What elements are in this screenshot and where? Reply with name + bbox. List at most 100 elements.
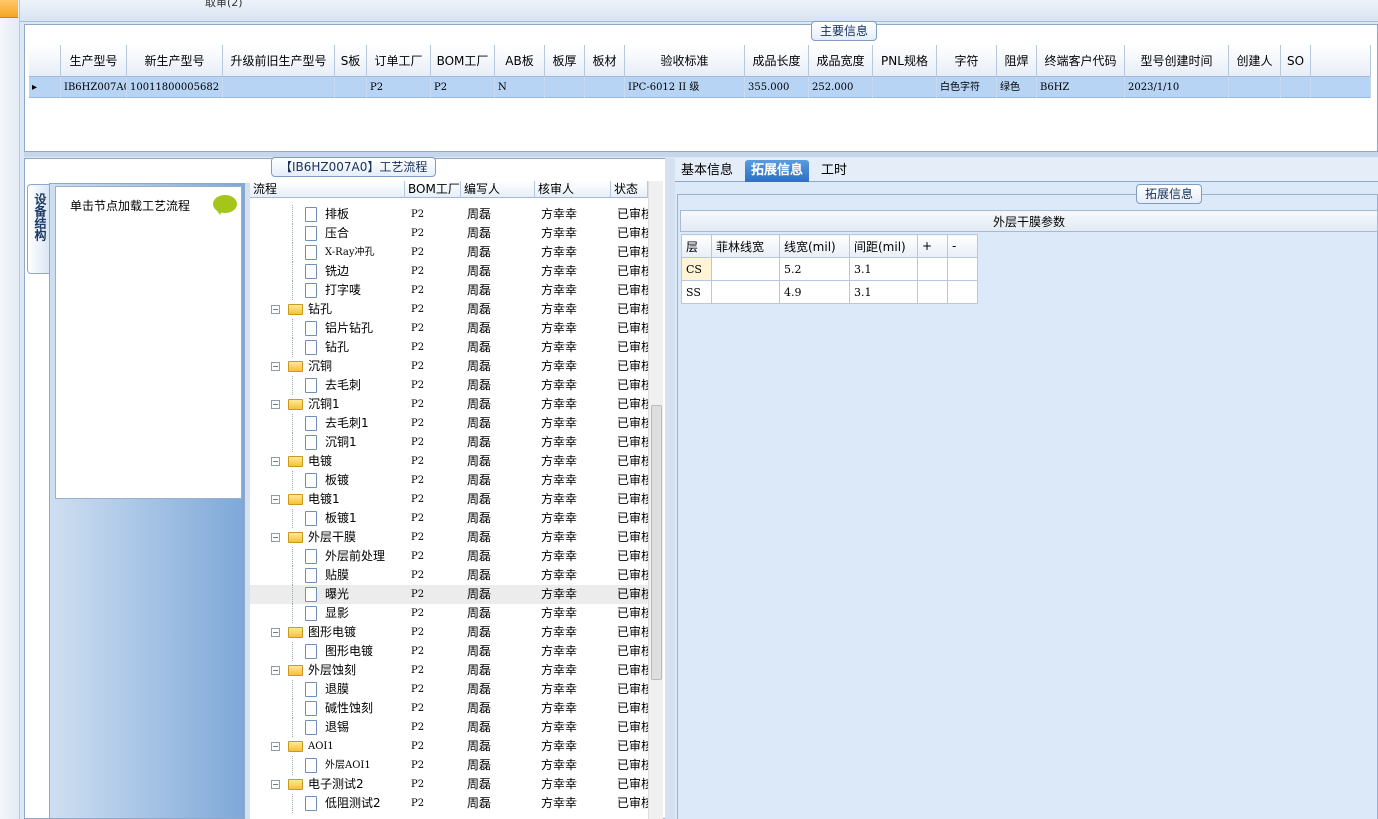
tree-row[interactable]: 外层前处理 P2 周磊 方幸幸 已审核 xyxy=(250,547,648,566)
tree-row[interactable]: − 电镀1 P2 周磊 方幸幸 已审核 xyxy=(250,490,648,509)
tree-row[interactable]: 碱性蚀刻 P2 周磊 方幸幸 已审核 xyxy=(250,699,648,718)
tree-row[interactable]: − 沉铜 P2 周磊 方幸幸 已审核 xyxy=(250,357,648,376)
tree-row[interactable]: 低阻测试2 P2 周磊 方幸幸 已审核 xyxy=(250,794,648,813)
tree-row[interactable]: 退膜 P2 周磊 方幸幸 已审核 xyxy=(250,680,648,699)
tree-row[interactable]: 外层AOI1 P2 周磊 方幸幸 已审核 xyxy=(250,756,648,775)
tree-row[interactable]: X-Ray冲孔 P2 周磊 方幸幸 已审核 xyxy=(250,243,648,262)
main-cell[interactable]: P2 xyxy=(367,77,431,98)
tree-row[interactable]: − 外层蚀刻 P2 周磊 方幸幸 已审核 xyxy=(250,661,648,680)
main-cell[interactable] xyxy=(1281,77,1311,98)
add-column-button[interactable]: + xyxy=(917,234,948,258)
layer-cell[interactable]: CS xyxy=(681,257,712,281)
tree-row[interactable]: 板镀 P2 周磊 方幸幸 已审核 xyxy=(250,471,648,490)
tree-col-header[interactable]: 状态 xyxy=(611,181,648,198)
tree-row[interactable]: − 电子测试2 P2 周磊 方幸幸 已审核 xyxy=(250,775,648,794)
main-cell[interactable]: 白色字符 xyxy=(937,77,997,98)
main-col-header[interactable]: AB板 xyxy=(495,45,545,77)
main-col-header[interactable]: 字符 xyxy=(937,45,997,77)
main-col-header[interactable]: 成品宽度 xyxy=(809,45,873,77)
tree-row[interactable]: − 电镀 P2 周磊 方幸幸 已审核 xyxy=(250,452,648,471)
layer-cell[interactable] xyxy=(947,257,978,281)
tree-row[interactable]: 排板 P2 周磊 方幸幸 已审核 xyxy=(250,205,648,224)
remove-column-button[interactable]: - xyxy=(947,234,978,258)
collapse-icon[interactable]: − xyxy=(271,495,280,504)
collapse-icon[interactable]: − xyxy=(271,457,280,466)
tree-row[interactable]: − 钻孔 P2 周磊 方幸幸 已审核 xyxy=(250,300,648,319)
tree-row[interactable]: 铣边 P2 周磊 方幸幸 已审核 xyxy=(250,262,648,281)
main-col-header[interactable]: 验收标准 xyxy=(625,45,745,77)
main-cell[interactable]: B6HZ xyxy=(1037,77,1125,98)
horizontal-splitter[interactable] xyxy=(24,152,1378,157)
tree-row[interactable]: 铝片钻孔 P2 周磊 方幸幸 已审核 xyxy=(250,319,648,338)
main-cell[interactable] xyxy=(545,77,585,98)
tree-row[interactable]: − 图形电镀 P2 周磊 方幸幸 已审核 xyxy=(250,623,648,642)
layer-cell[interactable] xyxy=(917,280,948,304)
collapse-icon[interactable]: − xyxy=(271,533,280,542)
main-col-header[interactable]: SO xyxy=(1281,45,1311,77)
main-cell[interactable]: 2023/1/10 xyxy=(1125,77,1229,98)
outer-dryfilm-table[interactable]: 层菲林线宽 线宽(mil) 间距(mil) + - CS 5.2 3.1 SS 4.9 3.1 xyxy=(681,234,978,304)
main-cell[interactable] xyxy=(1229,77,1281,98)
main-cell[interactable]: N xyxy=(495,77,545,98)
tree-row[interactable]: 图形电镀 P2 周磊 方幸幸 已审核 xyxy=(250,642,648,661)
nav-hint-card[interactable]: 单击节点加载工艺流程 xyxy=(55,186,242,499)
main-col-header[interactable]: S板 xyxy=(335,45,367,77)
main-cell[interactable]: 355.000 xyxy=(745,77,809,98)
app-icon[interactable] xyxy=(0,0,18,18)
collapse-icon[interactable]: − xyxy=(271,628,280,637)
tree-col-header[interactable]: BOM工厂 xyxy=(405,181,461,198)
main-col-header[interactable]: 板厚 xyxy=(545,45,585,77)
tree-col-header[interactable]: 编写人 xyxy=(461,181,535,198)
layer-cell[interactable] xyxy=(947,280,978,304)
tree-col-header[interactable]: 流程 xyxy=(250,181,405,198)
main-cell[interactable] xyxy=(335,77,367,98)
tree-vertical-scrollbar[interactable] xyxy=(648,181,663,819)
main-cell[interactable] xyxy=(1311,77,1371,98)
main-col-header[interactable]: 型号创建时间 xyxy=(1125,45,1229,77)
main-col-header[interactable]: 订单工厂 xyxy=(367,45,431,77)
tree-row[interactable]: 钻孔 P2 周磊 方幸幸 已审核 xyxy=(250,338,648,357)
main-cell[interactable]: 252.000 xyxy=(809,77,873,98)
layer-row[interactable]: SS 4.9 3.1 xyxy=(681,280,978,304)
tab-extended-info[interactable]: 拓展信息 xyxy=(745,160,810,182)
tree-row[interactable]: − AOI1 P2 周磊 方幸幸 已审核 xyxy=(250,737,648,756)
main-cell[interactable]: P2 xyxy=(431,77,495,98)
tree-row[interactable]: 板镀1 P2 周磊 方幸幸 已审核 xyxy=(250,509,648,528)
tree-row[interactable]: 去毛刺 P2 周磊 方幸幸 已审核 xyxy=(250,376,648,395)
tree-row[interactable]: 沉铜1 P2 周磊 方幸幸 已审核 xyxy=(250,433,648,452)
main-grid-row[interactable]: ▸ IB6HZ007A0 10011800005682 P2 P2 N IPC-6012 I… xyxy=(29,77,1371,98)
layer-cell[interactable] xyxy=(711,280,780,304)
main-col-header[interactable]: 板材 xyxy=(585,45,625,77)
main-cell[interactable] xyxy=(585,77,625,98)
main-col-header[interactable]: 成品长度 xyxy=(745,45,809,77)
tree-row[interactable]: 曝光 P2 周磊 方幸幸 已审核 xyxy=(250,585,648,604)
tree-row[interactable]: − 沉铜1 P2 周磊 方幸幸 已审核 xyxy=(250,395,648,414)
layer-cell[interactable]: 5.2 xyxy=(779,257,850,281)
collapse-icon[interactable]: − xyxy=(271,400,280,409)
main-col-header[interactable]: 创建人 xyxy=(1229,45,1281,77)
main-col-header[interactable] xyxy=(29,45,61,77)
tree-row[interactable]: 贴膜 P2 周磊 方幸幸 已审核 xyxy=(250,566,648,585)
main-cell[interactable]: 10011800005682 xyxy=(127,77,223,98)
tree-row[interactable]: − 外层干膜 P2 周磊 方幸幸 已审核 xyxy=(250,528,648,547)
main-cell[interactable]: 绿色 xyxy=(997,77,1037,98)
main-cell[interactable]: IPC-6012 II 级 xyxy=(625,77,745,98)
layer-cell[interactable]: SS xyxy=(681,280,712,304)
scrollbar-thumb[interactable] xyxy=(651,405,662,680)
main-cell[interactable]: ▸ xyxy=(29,77,61,98)
tab-equipment-structure[interactable]: 设备结构 xyxy=(27,184,49,274)
tree-col-header[interactable]: 核审人 xyxy=(535,181,611,198)
layer-cell[interactable] xyxy=(917,257,948,281)
main-cell[interactable] xyxy=(223,77,335,98)
main-col-header[interactable]: PNL规格 xyxy=(873,45,937,77)
main-col-header[interactable] xyxy=(1311,45,1371,77)
collapse-icon[interactable]: − xyxy=(271,362,280,371)
tab-basic-info[interactable]: 基本信息 xyxy=(675,160,739,182)
main-col-header[interactable]: 阻焊 xyxy=(997,45,1037,77)
layer-cell[interactable]: 4.9 xyxy=(779,280,850,304)
main-col-header[interactable]: 生产型号 xyxy=(61,45,127,77)
main-cell[interactable] xyxy=(873,77,937,98)
main-col-header[interactable]: 新生产型号 xyxy=(127,45,223,77)
tab-work-hours[interactable]: 工时 xyxy=(815,160,853,182)
collapse-icon[interactable]: − xyxy=(271,742,280,751)
